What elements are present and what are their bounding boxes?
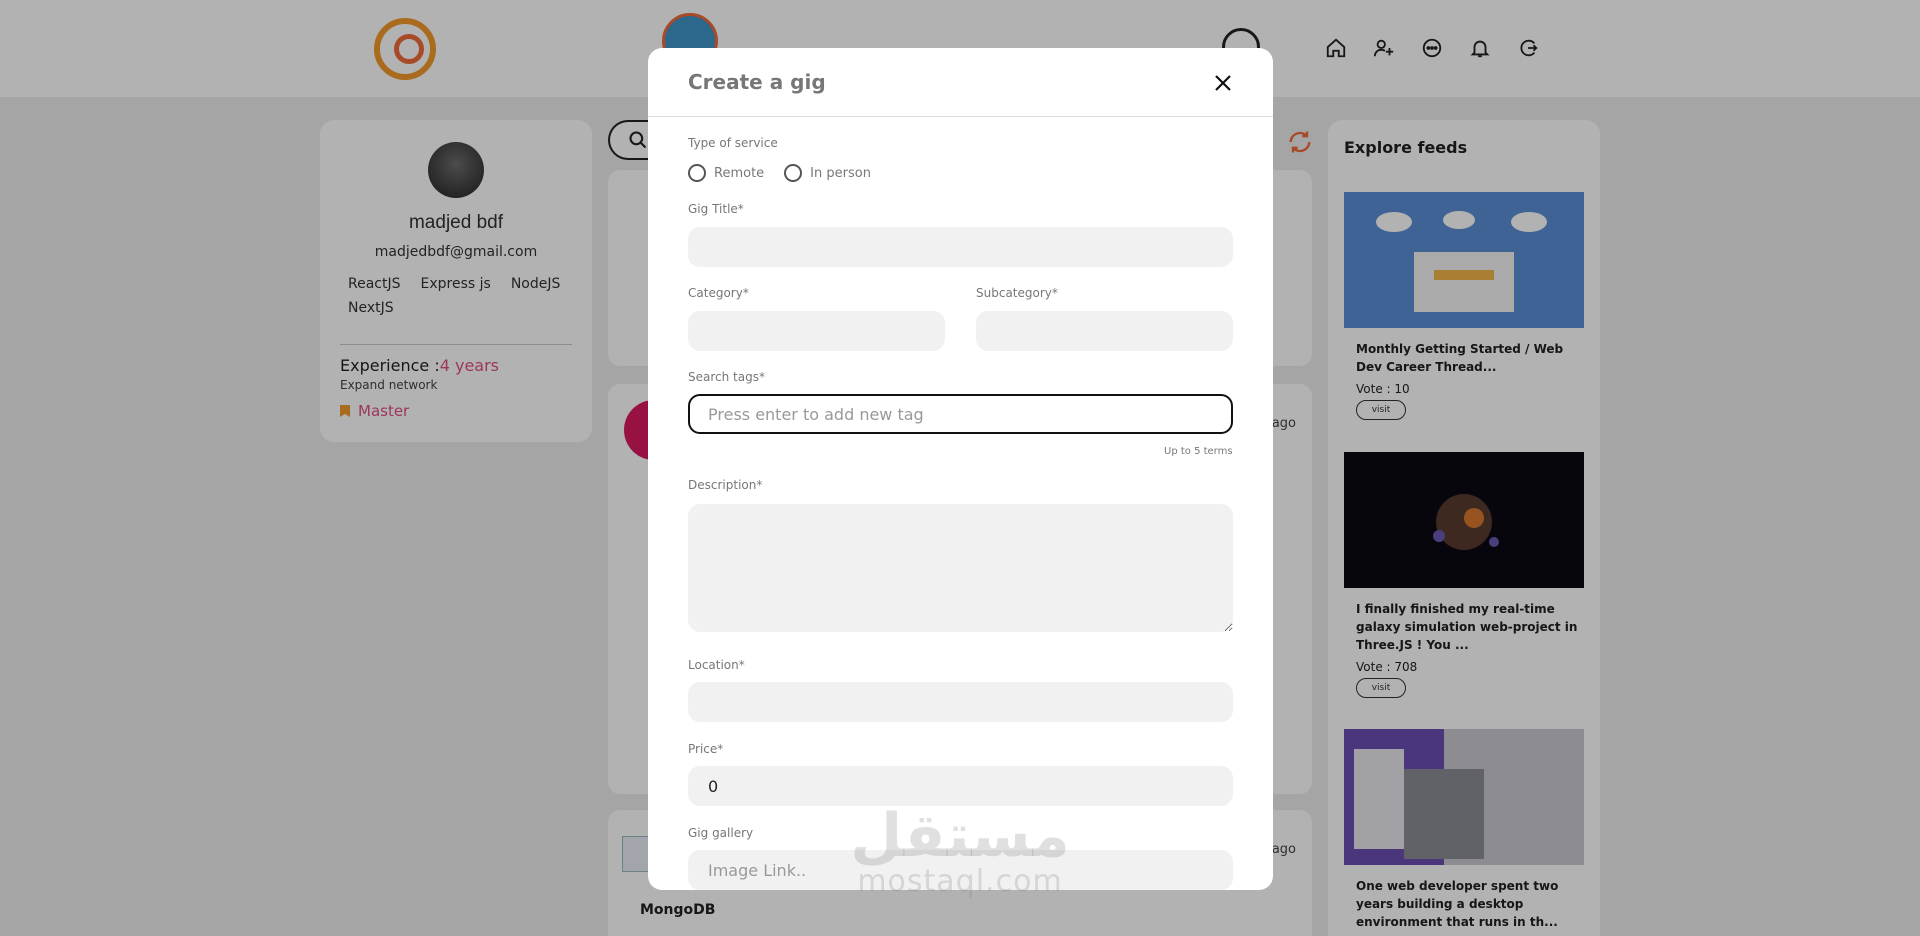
location-input[interactable] — [688, 682, 1233, 722]
watermark-logo: مستقل — [850, 801, 1070, 871]
modal-title: Create a gig — [688, 70, 826, 94]
modal-header: Create a gig — [648, 48, 1273, 117]
close-button[interactable] — [1208, 68, 1238, 98]
service-type-label: Type of service — [688, 136, 778, 150]
gallery-label: Gig gallery — [688, 826, 754, 840]
description-textarea[interactable] — [688, 504, 1233, 632]
close-icon — [1215, 75, 1231, 91]
gig-title-label: Gig Title* — [688, 202, 744, 216]
tags-hint: Up to 5 terms — [1164, 446, 1233, 457]
tags-label: Search tags* — [688, 370, 765, 384]
create-gig-modal: Create a gig Type of service Remote In p… — [648, 48, 1273, 890]
radio-remote[interactable] — [688, 164, 706, 182]
location-label: Location* — [688, 658, 745, 672]
price-input[interactable] — [688, 766, 1233, 806]
category-label: Category* — [688, 286, 749, 300]
gig-title-input[interactable] — [688, 227, 1233, 267]
subcategory-input[interactable] — [976, 311, 1233, 351]
watermark-text: mostaql.com — [857, 864, 1063, 899]
price-label: Price* — [688, 742, 724, 756]
subcategory-label: Subcategory* — [976, 286, 1058, 300]
watermark: مستقل mostaql.com — [840, 806, 1080, 898]
description-label: Description* — [688, 478, 763, 492]
radio-label: Remote — [714, 165, 765, 181]
tags-input[interactable] — [688, 394, 1233, 434]
category-input[interactable] — [688, 311, 945, 351]
service-type-options: Remote In person — [688, 164, 891, 182]
radio-label: In person — [810, 165, 871, 181]
radio-in-person[interactable] — [784, 164, 803, 182]
